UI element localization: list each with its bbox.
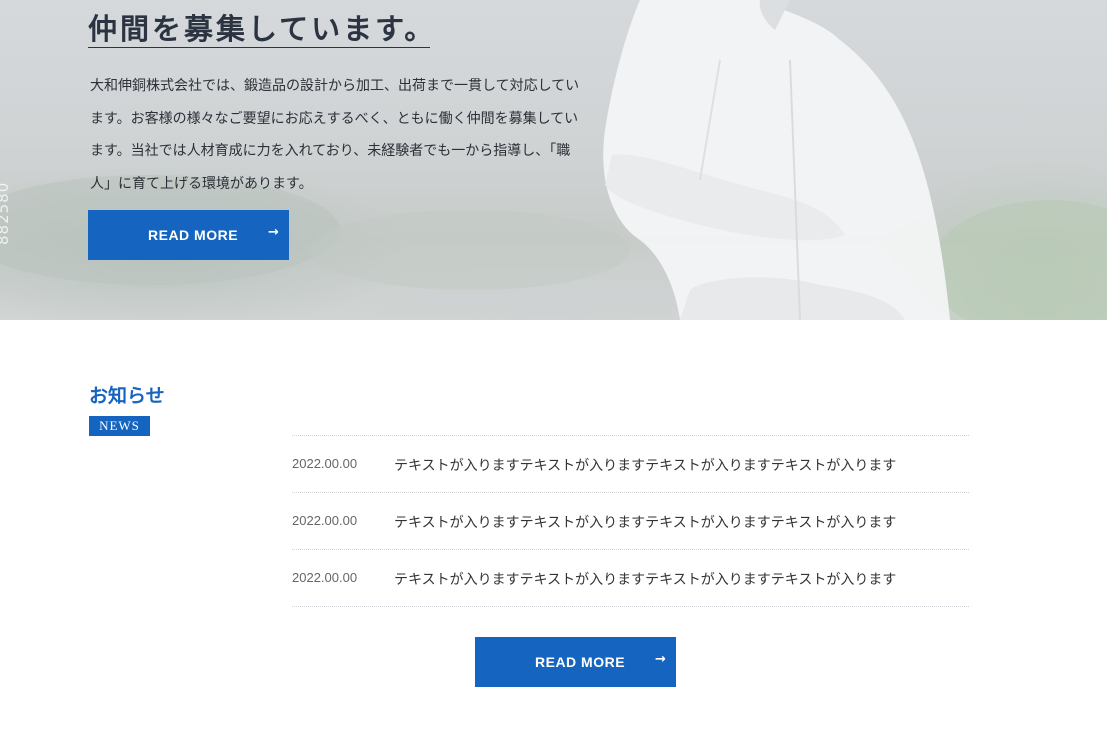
news-read-more-button[interactable]: READ MORE → — [475, 637, 676, 687]
hero-read-more-button[interactable]: READ MORE → — [88, 210, 289, 260]
news-item[interactable]: 2022.00.00 テキストが入りますテキストが入りますテキストが入りますテキ… — [292, 492, 969, 549]
news-item[interactable]: 2022.00.00 テキストが入りますテキストが入りますテキストが入りますテキ… — [292, 435, 969, 492]
news-date: 2022.00.00 — [292, 456, 358, 471]
photo-watermark: 882580 — [0, 181, 12, 245]
read-more-label: READ MORE — [148, 227, 239, 243]
arrow-right-icon: → — [655, 652, 667, 667]
news-link[interactable]: テキストが入りますテキストが入りますテキストが入りますテキストが入ります — [394, 512, 896, 532]
hero-title-underline — [88, 47, 430, 48]
read-more-label: READ MORE — [535, 654, 626, 670]
news-section-title: お知らせ — [89, 385, 165, 407]
hero-title: 仲間を募集しています。 — [88, 12, 437, 46]
news-date: 2022.00.00 — [292, 513, 358, 528]
news-badge: NEWS — [89, 416, 150, 436]
news-date: 2022.00.00 — [292, 570, 358, 585]
arrow-right-icon: → — [268, 225, 280, 240]
hero-section: 882580 仲間を募集しています。 大和伸銅株式会社では、鍛造品の設計から加工… — [0, 0, 1107, 320]
news-item[interactable]: 2022.00.00 テキストが入りますテキストが入りますテキストが入りますテキ… — [292, 549, 969, 607]
news-link[interactable]: テキストが入りますテキストが入りますテキストが入りますテキストが入ります — [394, 569, 896, 589]
news-list: 2022.00.00 テキストが入りますテキストが入りますテキストが入りますテキ… — [292, 435, 969, 607]
news-link[interactable]: テキストが入りますテキストが入りますテキストが入りますテキストが入ります — [394, 455, 896, 475]
hero-description: 大和伸銅株式会社では、鍛造品の設計から加工、出荷まで一貫して対応しています。お客… — [90, 78, 580, 192]
